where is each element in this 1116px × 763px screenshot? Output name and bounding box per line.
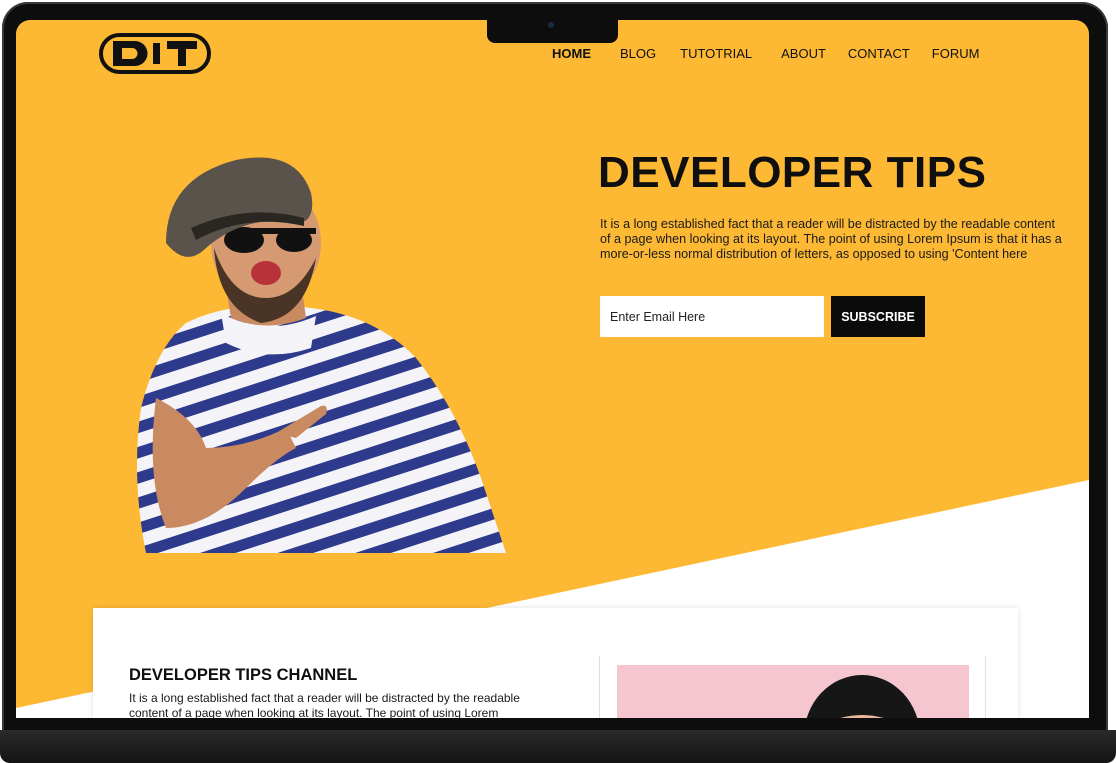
website-screen: HOME BLOG TUTOTRIAL ABOUT CONTACT FORUM	[16, 20, 1089, 718]
card-divider	[599, 656, 600, 718]
dt-logo-icon[interactable]	[99, 33, 211, 74]
channel-card: DEVELOPER TIPS CHANNEL It is a long esta…	[93, 608, 1018, 718]
main-nav: HOME BLOG TUTOTRIAL ABOUT CONTACT FORUM	[552, 46, 979, 61]
nav-blog[interactable]: BLOG	[620, 46, 656, 61]
hero-description: It is a long established fact that a rea…	[600, 217, 1062, 261]
woman-photo-image	[806, 675, 918, 718]
channel-description: It is a long established fact that a rea…	[129, 691, 520, 718]
nav-tutorial[interactable]: TUTOTRIAL	[680, 46, 752, 61]
laptop-base	[0, 730, 1116, 763]
channel-title: DEVELOPER TIPS CHANNEL	[129, 666, 358, 684]
nav-about[interactable]: ABOUT	[781, 46, 826, 61]
hero-person-image	[137, 157, 506, 553]
card-divider	[985, 656, 986, 718]
nav-home[interactable]: HOME	[552, 46, 591, 61]
laptop-notch	[487, 19, 618, 43]
subscribe-button[interactable]: SUBSCRIBE	[831, 296, 925, 337]
nav-forum[interactable]: FORUM	[932, 46, 980, 61]
nav-contact[interactable]: CONTACT	[848, 46, 910, 61]
camera-icon	[548, 22, 554, 28]
channel-image	[617, 665, 969, 718]
hero-title: DEVELOPER TIPS	[598, 148, 987, 197]
email-input[interactable]	[600, 296, 824, 337]
